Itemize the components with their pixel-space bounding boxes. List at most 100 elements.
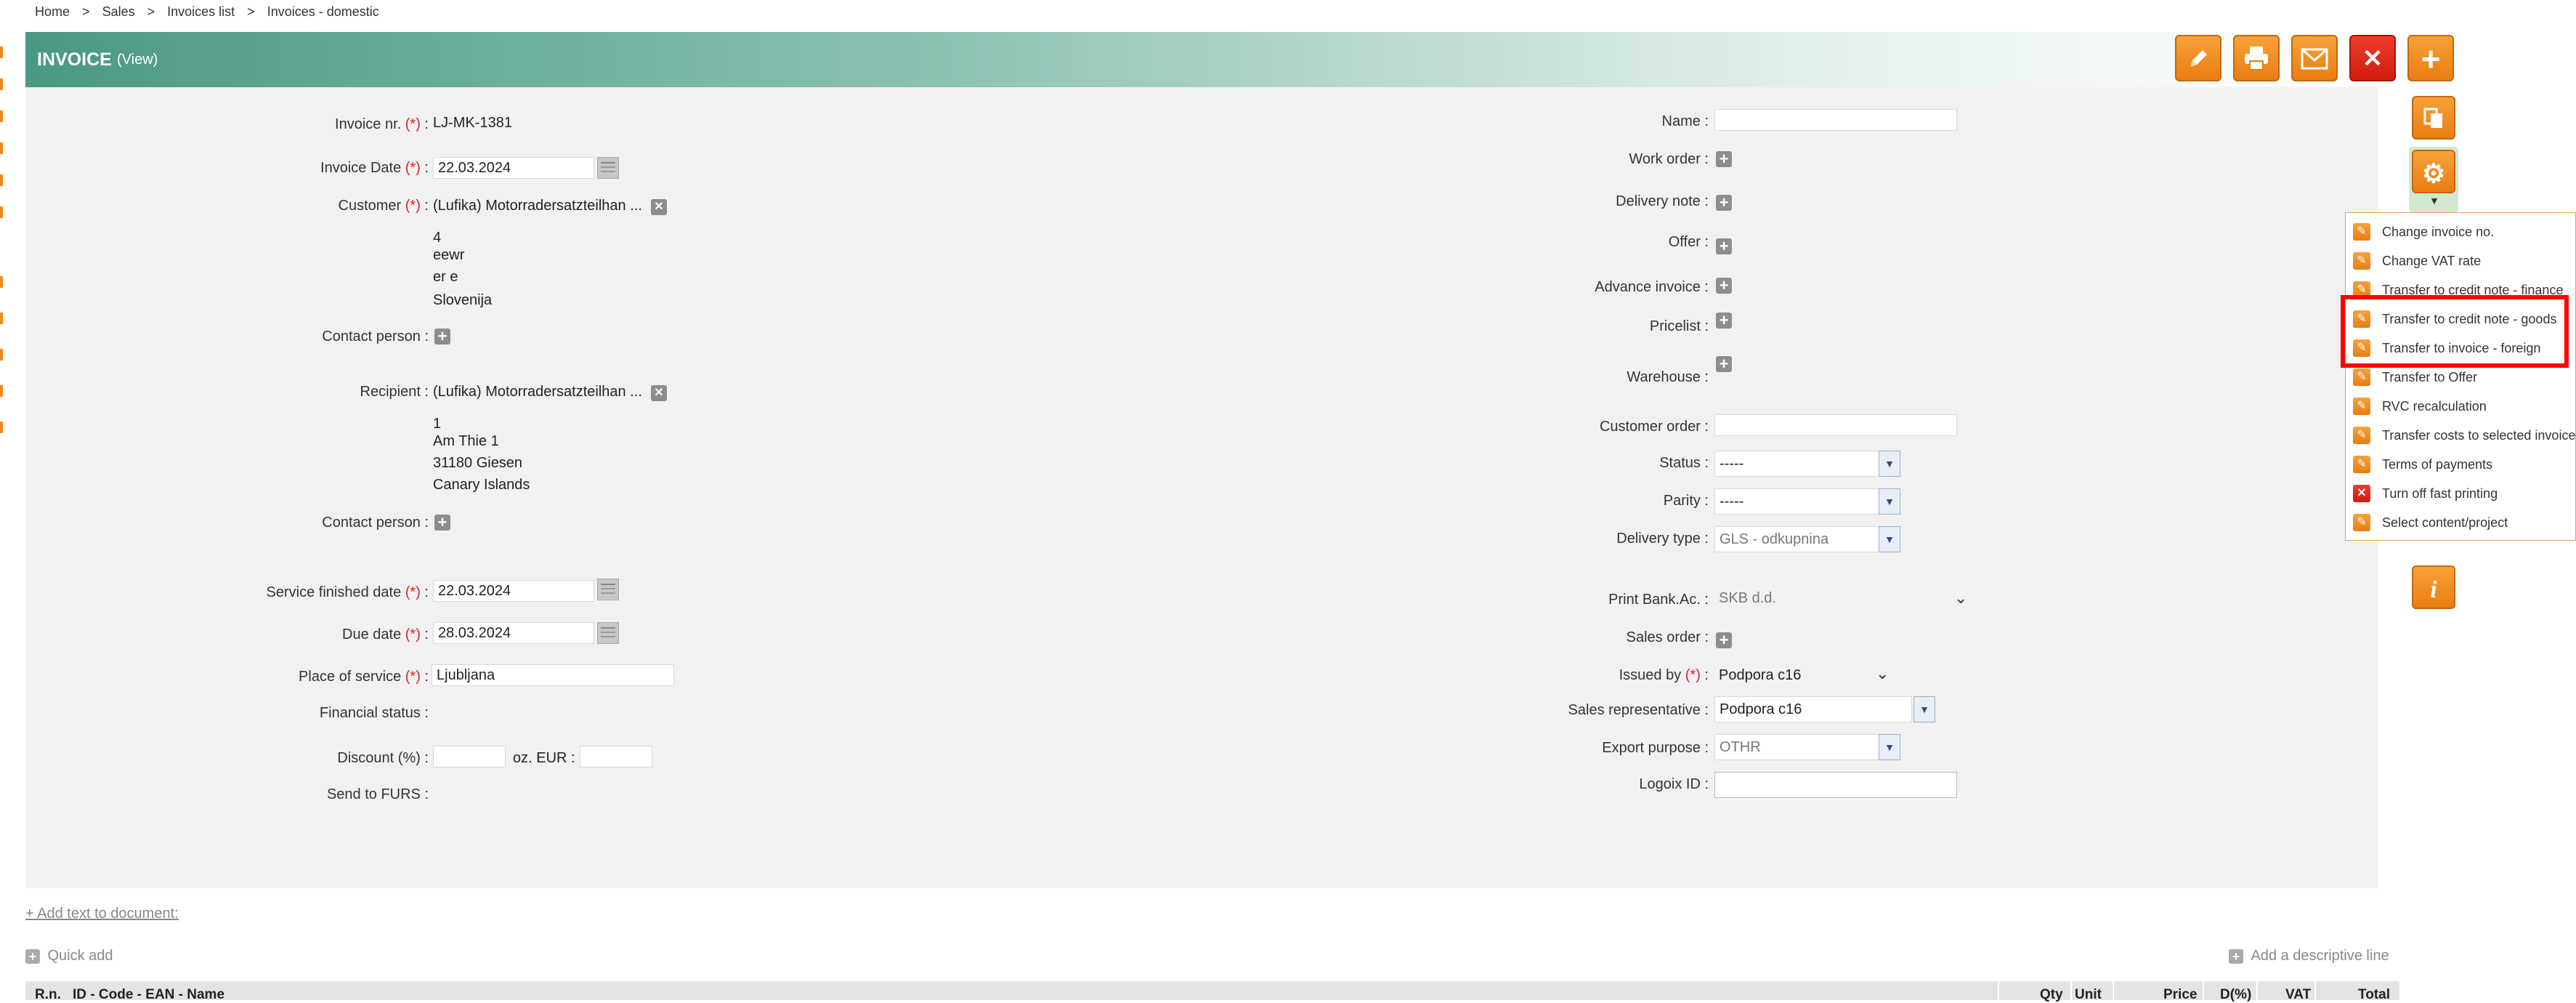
invoice-nr-label: Invoice nr. (*) :	[335, 116, 429, 132]
add-warehouse-icon[interactable]: +	[1716, 356, 1732, 372]
left-edge-marker	[0, 174, 3, 186]
clear-recipient-icon[interactable]: ✕	[651, 385, 667, 401]
pencil-icon: ✎	[2353, 427, 2370, 444]
add-advance-invoice-icon[interactable]: +	[1716, 278, 1732, 294]
table-col-divider	[2256, 981, 2258, 1000]
quick-add-button[interactable]: + Quick add	[25, 948, 113, 964]
calendar-icon[interactable]	[597, 579, 619, 600]
recipient-value[interactable]: (Lufika) Motorradersatzteilhan ...	[433, 384, 642, 400]
add-button[interactable]: +	[2407, 35, 2454, 81]
due-date-label: Due date (*) :	[342, 627, 429, 643]
print-bank-select[interactable]: SKB d.d.	[1714, 586, 1977, 612]
parity-label: Parity :	[1663, 493, 1709, 509]
add-delivery-note-icon[interactable]: +	[1716, 195, 1732, 211]
sales-order-label: Sales order :	[1626, 629, 1709, 645]
customer-order-field[interactable]	[1714, 414, 1957, 436]
name-field[interactable]	[1714, 109, 1957, 131]
menu-item-change-vat-rate[interactable]: ✎ Change VAT rate	[2346, 246, 2575, 275]
recipient-address-line: Canary Islands	[433, 477, 530, 493]
add-contact-person-icon[interactable]: +	[434, 515, 450, 531]
breadcrumb-separator: >	[247, 4, 255, 19]
recipient-label: Recipient :	[360, 384, 429, 400]
add-text-link[interactable]: + Add text to document:	[25, 906, 179, 922]
left-edge-marker	[0, 313, 3, 324]
calendar-icon[interactable]	[597, 157, 619, 179]
page-title: INVOICE	[37, 49, 112, 70]
contact-person-label: Contact person :	[322, 329, 429, 345]
settings-button[interactable]: ⚙	[2412, 150, 2455, 193]
breadcrumb-sales[interactable]: Sales	[102, 4, 135, 19]
chevron-down-icon[interactable]: ▼	[1879, 488, 1900, 515]
discount-field[interactable]	[433, 746, 506, 768]
pencil-icon: ✎	[2353, 252, 2370, 270]
calendar-icon[interactable]	[597, 622, 619, 644]
menu-item-transfer-costs[interactable]: ✎ Transfer costs to selected invoice	[2346, 421, 2575, 450]
due-date-field[interactable]: 28.03.2024	[433, 622, 594, 644]
breadcrumb-invoices-list[interactable]: Invoices list	[167, 4, 235, 19]
column-header-total: Total	[2358, 987, 2390, 1002]
delivery-type-select[interactable]: GLS - odkupnina	[1714, 526, 1880, 552]
table-col-divider	[2070, 981, 2072, 1000]
email-button[interactable]	[2291, 35, 2338, 81]
issued-by-label: Issued by (*) :	[1619, 667, 1709, 683]
settings-toggle[interactable]: ⚙ ▼	[2409, 147, 2458, 212]
chevron-down-icon[interactable]: ⌄	[1876, 664, 1889, 683]
gear-icon: ⚙	[2421, 158, 2446, 188]
add-descriptive-line-button[interactable]: + Add a descriptive line	[2229, 948, 2389, 964]
customer-value[interactable]: (Lufika) Motorradersatzteilhan ...	[433, 198, 642, 214]
invoice-date-field[interactable]: 22.03.2024	[433, 157, 594, 179]
menu-item-terms-of-payments[interactable]: ✎ Terms of payments	[2346, 450, 2575, 479]
chevron-down-icon[interactable]: ▼	[1879, 734, 1900, 760]
info-button[interactable]: i	[2412, 565, 2455, 609]
parity-select[interactable]: -----	[1714, 488, 1880, 515]
breadcrumb-home[interactable]: Home	[35, 4, 70, 19]
pencil-icon: ✎	[2353, 456, 2370, 473]
export-purpose-select[interactable]: OTHR	[1714, 734, 1880, 760]
pencil-icon	[2190, 50, 2207, 67]
add-offer-icon[interactable]: +	[1716, 238, 1732, 254]
chevron-down-icon[interactable]: ▼	[1913, 696, 1935, 722]
print-button[interactable]	[2233, 35, 2280, 81]
column-header-price: Price	[2163, 987, 2198, 1002]
discount-eur-field[interactable]	[580, 746, 652, 768]
place-of-service-field[interactable]: Ljubljana	[432, 664, 674, 686]
chevron-down-icon[interactable]: ▼	[1879, 451, 1900, 477]
issued-by-select[interactable]: Podpora c16	[1714, 663, 1899, 689]
table-col-divider	[2314, 981, 2316, 1000]
customer-address-line: Slovenija	[433, 292, 493, 308]
add-descriptive-line-label: Add a descriptive line	[2251, 948, 2389, 964]
delivery-note-label: Delivery note :	[1616, 193, 1709, 209]
menu-item-turn-off-fast-printing[interactable]: ✕ Turn off fast printing	[2346, 479, 2575, 508]
logoix-id-field[interactable]	[1714, 772, 1957, 798]
column-header-qty: Qty	[2040, 987, 2063, 1002]
breadcrumb-separator: >	[82, 4, 90, 19]
menu-item-rvc-recalculation[interactable]: ✎ RVC recalculation	[2346, 392, 2575, 421]
invoice-date-label: Invoice Date (*) :	[320, 160, 429, 176]
add-contact-person-icon[interactable]: +	[434, 329, 450, 345]
actions-menu: ✎ Change invoice no. ✎ Change VAT rate ✎ Tr…	[2345, 212, 2576, 541]
add-work-order-icon[interactable]: +	[1716, 151, 1732, 167]
offer-label: Offer :	[1668, 234, 1709, 250]
clear-customer-icon[interactable]: ✕	[651, 199, 667, 215]
column-header-rn: R.n.	[35, 987, 61, 1002]
sales-rep-field[interactable]: Podpora c16	[1714, 696, 1912, 722]
customer-address-line: eewr	[433, 247, 465, 263]
left-edge-marker	[0, 110, 3, 122]
edit-button[interactable]	[2175, 35, 2221, 81]
menu-item-select-content-project[interactable]: ✎ Select content/project	[2346, 508, 2575, 537]
copy-button[interactable]	[2412, 96, 2455, 140]
menu-item-change-invoice-no[interactable]: ✎ Change invoice no.	[2346, 217, 2575, 246]
chevron-down-icon[interactable]: ▼	[1879, 526, 1900, 552]
table-col-divider	[2203, 981, 2204, 1000]
breadcrumb: Home > Sales > Invoices list > Invoices …	[35, 4, 379, 20]
breadcrumb-invoices-domestic[interactable]: Invoices - domestic	[267, 4, 379, 19]
add-sales-order-icon[interactable]: +	[1716, 632, 1732, 648]
discount-label: Discount (%) :	[337, 750, 429, 766]
chevron-down-icon[interactable]: ⌄	[1954, 589, 1967, 608]
add-pricelist-icon[interactable]: +	[1716, 313, 1732, 329]
status-select[interactable]: -----	[1714, 451, 1880, 477]
service-finished-date-field[interactable]: 22.03.2024	[433, 580, 594, 602]
delete-button[interactable]: ✕	[2349, 35, 2396, 81]
table-col-divider	[1998, 981, 1999, 1000]
column-header-discount: D(%)	[2220, 987, 2252, 1002]
